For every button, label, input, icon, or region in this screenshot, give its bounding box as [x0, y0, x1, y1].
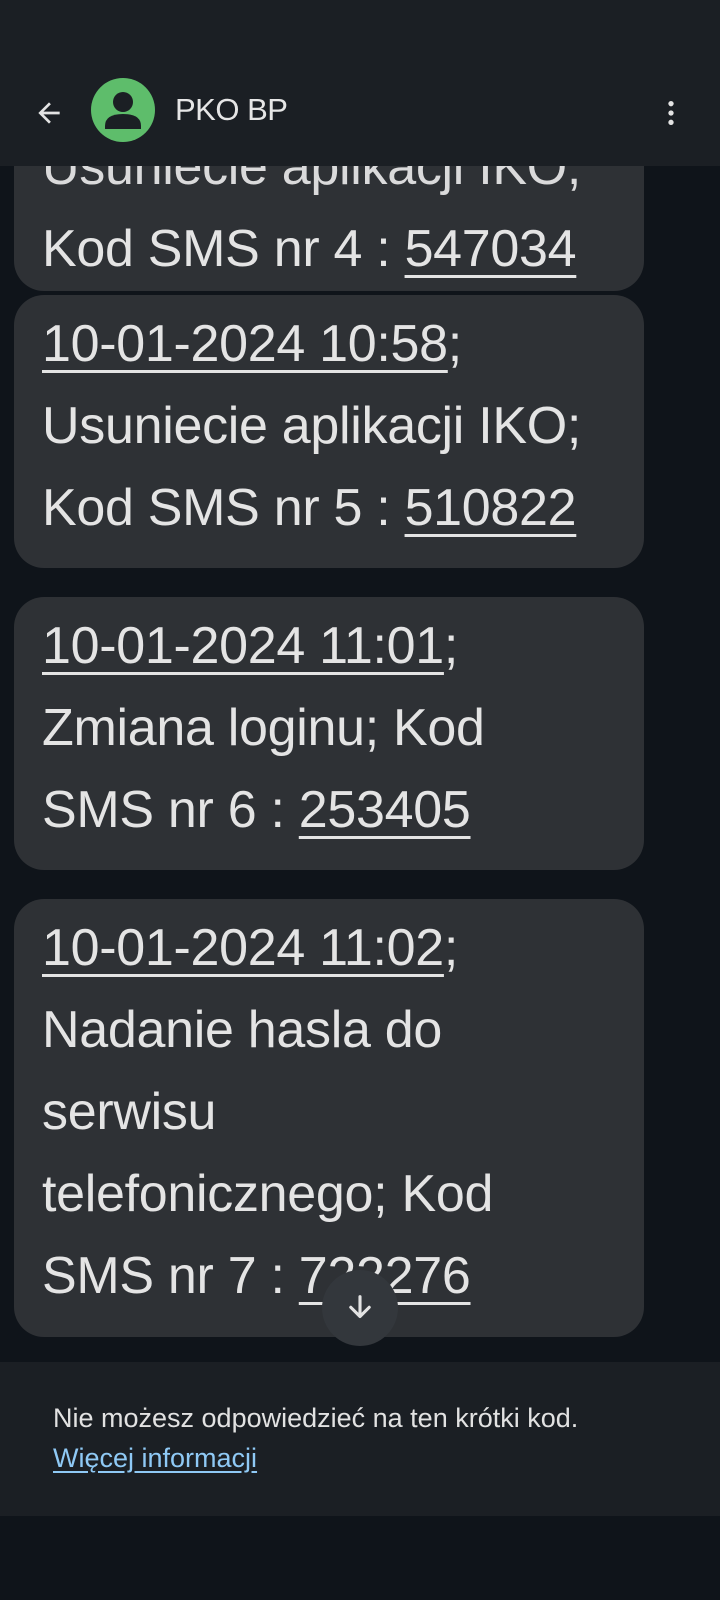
separator-text: ;: [447, 315, 462, 373]
message-code-link[interactable]: 253405: [299, 781, 471, 839]
message-text: Zmiana loginu; Kod: [42, 699, 485, 757]
person-icon: [105, 92, 141, 129]
message-code-prefix: Kod SMS nr 5 :: [42, 479, 405, 537]
separator-text: ;: [443, 617, 459, 675]
back-button[interactable]: [26, 90, 72, 136]
message-date-link[interactable]: 10-01-2024 11:01: [42, 617, 444, 675]
message-thread[interactable]: Usuniecie aplikacji IKO; Kod SMS nr 4 : …: [0, 0, 720, 1362]
message-date-link[interactable]: 10-01-2024 11:02: [42, 919, 444, 977]
message-code-prefix: Kod SMS nr 4 :: [42, 220, 405, 278]
message-bubble[interactable]: 10-01-2024 11:02; Nadanie hasla do serwi…: [14, 899, 644, 1337]
conversation-app-bar: PKO BP: [0, 70, 720, 166]
message-text: Usuniecie aplikacji IKO;: [42, 397, 582, 455]
message-text: serwisu: [42, 1083, 217, 1141]
scroll-to-bottom-button[interactable]: [322, 1270, 398, 1346]
contact-avatar[interactable]: [91, 78, 155, 142]
more-options-button[interactable]: [650, 90, 692, 136]
message-bubble[interactable]: 10-01-2024 10:58; Usuniecie aplikacji IK…: [14, 295, 644, 568]
message-bubble[interactable]: 10-01-2024 11:01; Zmiana loginu; Kod SMS…: [14, 597, 644, 870]
message-text: telefonicznego; Kod: [42, 1165, 494, 1223]
message-date-link[interactable]: 10-01-2024 10:58: [42, 315, 448, 373]
more-info-link[interactable]: Więcej informacji: [53, 1440, 257, 1476]
arrow-down-icon: [349, 1295, 371, 1319]
reply-notice-text: Nie możesz odpowiedzieć na ten krótki ko…: [53, 1403, 579, 1433]
message-code-prefix: SMS nr 6 :: [42, 781, 299, 839]
status-bar: [0, 0, 720, 80]
more-vert-icon: [668, 101, 674, 125]
message-code-link[interactable]: 510822: [405, 479, 577, 537]
navigation-bar: [0, 1516, 720, 1600]
message-text: Nadanie hasla do: [42, 1001, 442, 1059]
message-code-link[interactable]: 547034: [405, 220, 577, 278]
messages-screen: Usuniecie aplikacji IKO; Kod SMS nr 4 : …: [0, 0, 720, 1600]
arrow-back-icon: [38, 102, 60, 124]
message-code-prefix: SMS nr 7 :: [42, 1247, 299, 1305]
separator-text: ;: [443, 919, 459, 977]
reply-unavailable-panel: Nie możesz odpowiedzieć na ten krótki ko…: [0, 1362, 720, 1516]
contact-name[interactable]: PKO BP: [175, 92, 288, 128]
